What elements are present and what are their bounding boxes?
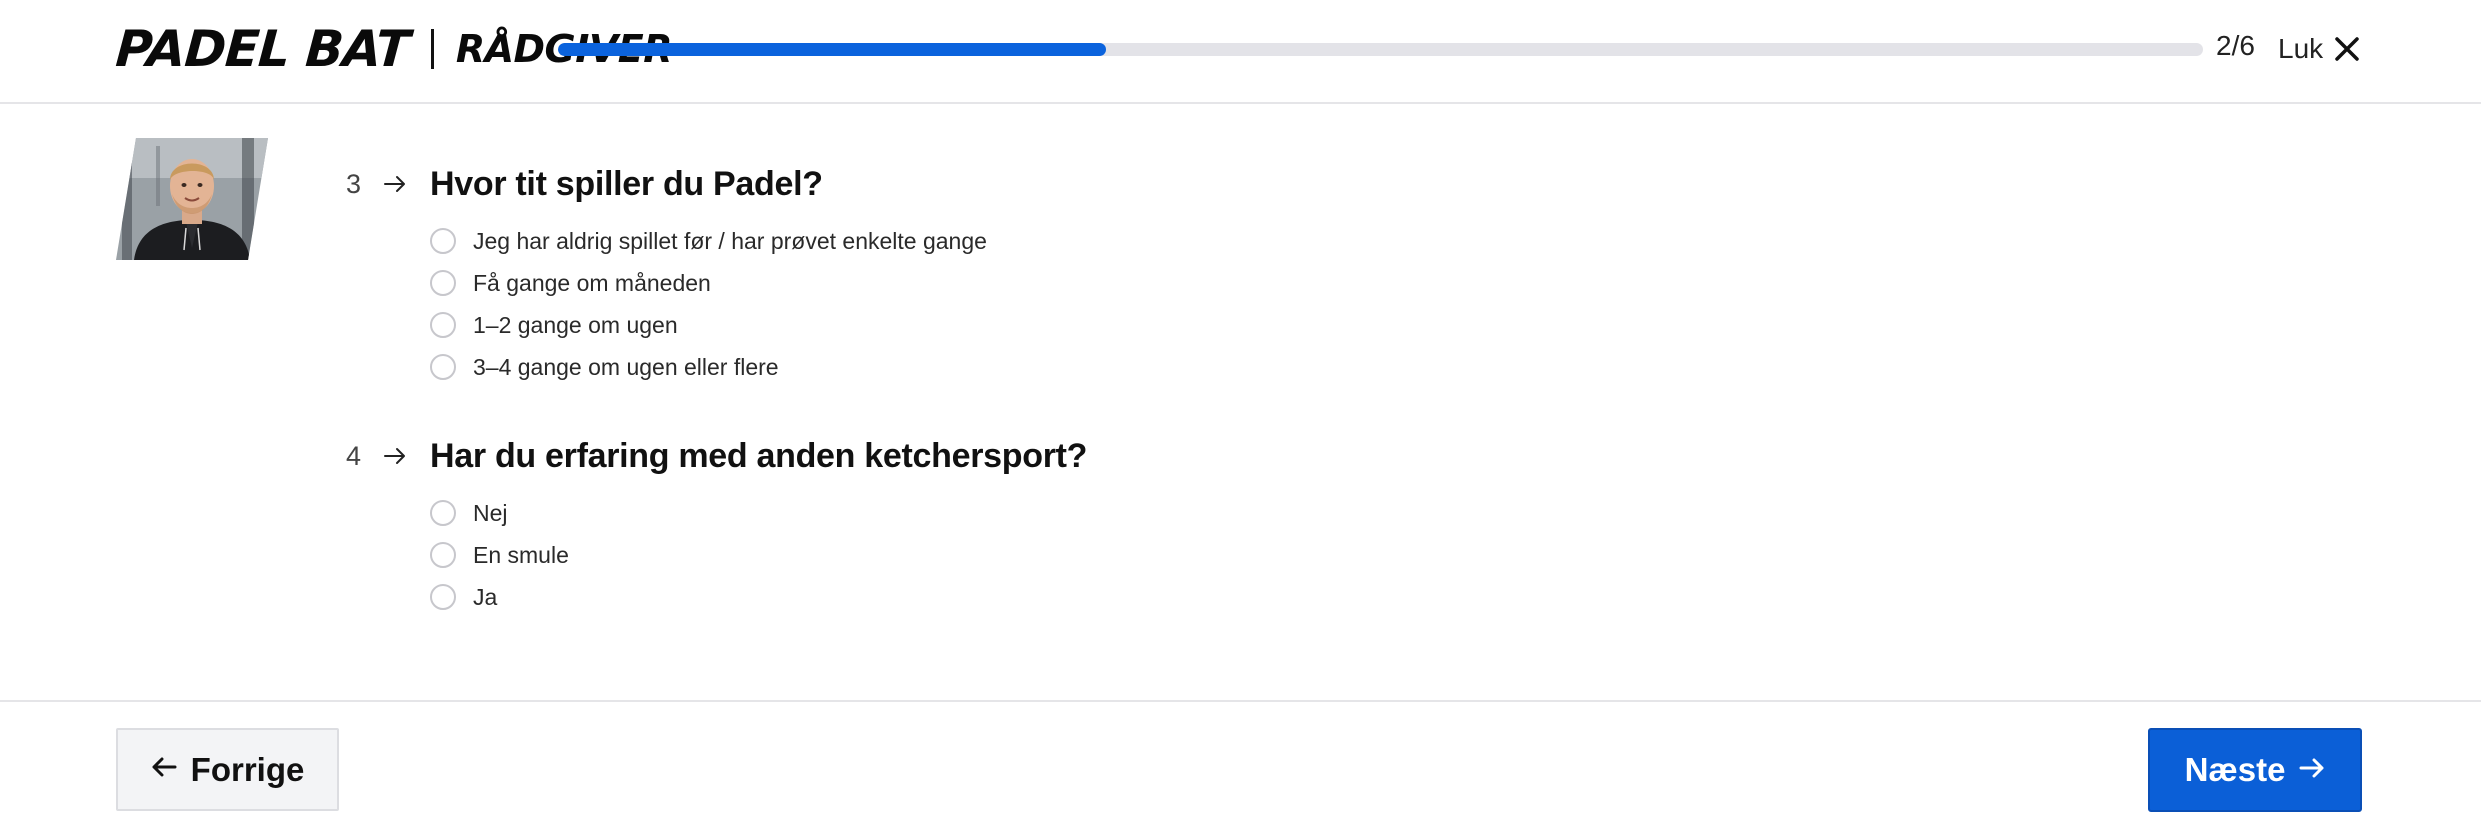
option-radio[interactable]: Nej xyxy=(430,492,1087,534)
radio-button[interactable] xyxy=(430,354,456,380)
question-title: Hvor tit spiller du Padel? xyxy=(430,164,823,203)
next-label: Næste xyxy=(2184,751,2286,788)
previous-label: Forrige xyxy=(190,750,305,788)
radio-button[interactable] xyxy=(430,312,456,338)
option-radio[interactable]: Jeg har aldrig spillet før / har prøvet … xyxy=(430,220,987,262)
option-radio[interactable]: 1–2 gange om ugen xyxy=(430,304,987,346)
arrow-right-icon xyxy=(2299,757,2325,784)
brand-name: PADEL BAT xyxy=(113,20,411,78)
radio-button[interactable] xyxy=(430,270,456,296)
footer-bar: Forrige Næste xyxy=(0,700,2481,827)
question-4: 4 Har du erfaring med anden ketchersport… xyxy=(346,434,1087,618)
radio-button[interactable] xyxy=(430,228,456,254)
advisor-avatar xyxy=(116,138,268,260)
close-label: Luk xyxy=(2278,33,2324,64)
option-label: En smule xyxy=(473,541,569,568)
brand-divider xyxy=(430,29,434,69)
radio-button[interactable] xyxy=(430,584,456,610)
arrow-left-icon xyxy=(151,756,177,783)
step-counter: 2/6 xyxy=(2216,30,2255,61)
question-title: Har du erfaring med anden ketchersport? xyxy=(430,436,1088,475)
question-3: 3 Hvor tit spiller du Padel? Jeg har ald… xyxy=(346,162,987,388)
next-button[interactable]: Næste xyxy=(2148,728,2362,812)
question-header: 4 Har du erfaring med anden ketchersport… xyxy=(346,434,1087,478)
previous-button[interactable]: Forrige xyxy=(116,728,339,811)
close-icon xyxy=(2335,37,2359,61)
option-radio[interactable]: Ja xyxy=(430,576,1087,618)
close-button[interactable]: Luk xyxy=(2278,26,2359,72)
option-label: Få gange om måneden xyxy=(473,269,711,296)
progress-bar xyxy=(558,43,2203,56)
progress-fill xyxy=(558,43,1106,56)
option-label: Nej xyxy=(473,499,508,526)
option-label: Ja xyxy=(473,583,498,610)
option-label: 3–4 gange om ugen eller flere xyxy=(473,353,779,380)
option-label: 1–2 gange om ugen xyxy=(473,311,678,338)
arrow-right-icon xyxy=(384,447,430,465)
option-label: Jeg har aldrig spillet før / har prøvet … xyxy=(473,227,987,254)
question-number: 4 xyxy=(346,440,362,471)
answer-options: Nej En smule Ja xyxy=(430,492,1087,618)
option-radio[interactable]: 3–4 gange om ugen eller flere xyxy=(430,346,987,388)
option-radio[interactable]: Få gange om måneden xyxy=(430,262,987,304)
arrow-right-icon xyxy=(384,175,430,193)
radio-button[interactable] xyxy=(430,542,456,568)
top-bar: PADEL BAT RÅDGIVER 2/6 Luk xyxy=(0,0,2481,104)
answer-options: Jeg har aldrig spillet før / har prøvet … xyxy=(430,220,987,388)
question-header: 3 Hvor tit spiller du Padel? xyxy=(346,162,987,206)
radio-button[interactable] xyxy=(430,500,456,526)
option-radio[interactable]: En smule xyxy=(430,534,1087,576)
question-number: 3 xyxy=(346,168,362,199)
